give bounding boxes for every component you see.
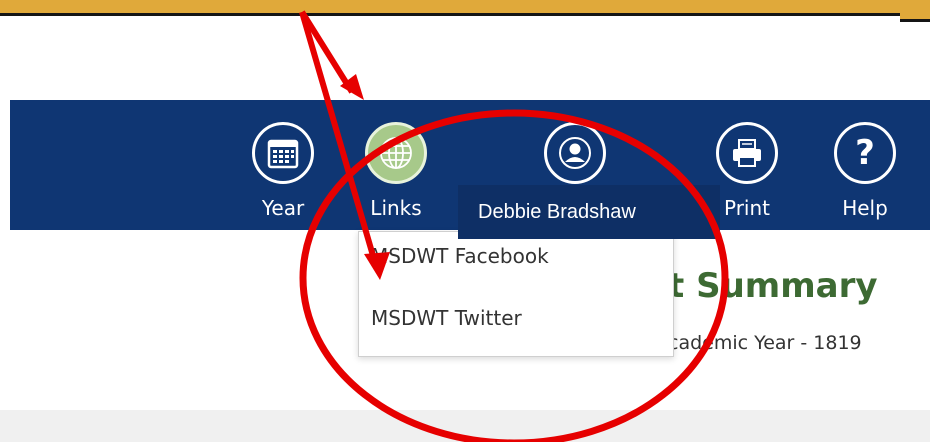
user-name-tooltip: Debbie Bradshaw — [458, 185, 720, 239]
nav-print-label: Print — [723, 196, 770, 220]
globe-icon — [365, 122, 427, 184]
nav-year-label: Year — [261, 196, 305, 220]
links-dropdown-menu: MSDWT Facebook MSDWT Twitter — [358, 231, 674, 357]
nav-links-label: Links — [370, 196, 422, 220]
page-subtitle: cademic Year - 1819 — [668, 332, 862, 354]
nav-year-button[interactable]: Year — [238, 100, 328, 230]
nav-links-button[interactable]: Links — [351, 100, 441, 230]
annotation-arrowhead-upper — [340, 74, 364, 100]
menu-item-msdwt-twitter[interactable]: MSDWT Twitter — [371, 306, 522, 330]
top-banner-strip — [0, 0, 930, 16]
page-footer-band — [0, 410, 930, 442]
user-icon — [544, 122, 606, 184]
nav-help-button[interactable]: ? Help — [820, 100, 910, 230]
question-icon: ? — [834, 122, 896, 184]
annotation-arrow-shaft-upper — [299, 10, 355, 94]
page-title: t Summary — [668, 266, 878, 306]
top-banner-notch — [900, 0, 930, 22]
calendar-icon — [252, 122, 314, 184]
nav-help-label: Help — [842, 196, 888, 220]
printer-icon — [716, 122, 778, 184]
menu-item-msdwt-facebook[interactable]: MSDWT Facebook — [371, 244, 549, 268]
